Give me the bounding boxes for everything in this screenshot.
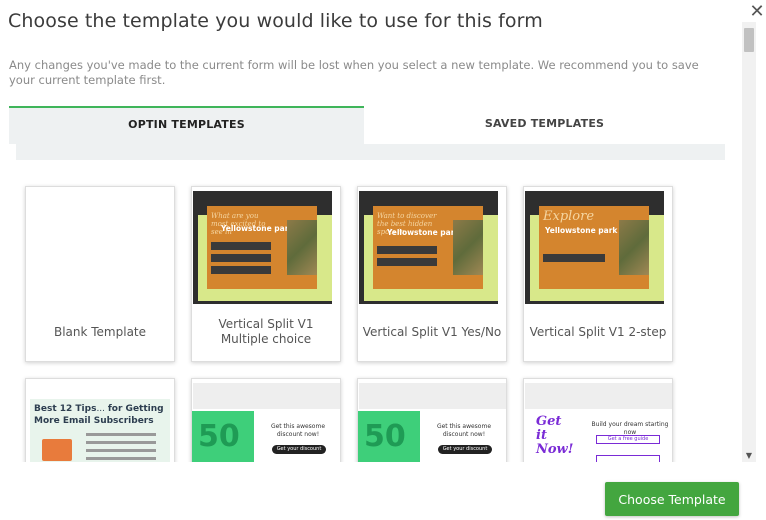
template-grid: Blank Template What are you most excited…: [16, 144, 725, 462]
template-card-get-it-now[interactable]: Get it Now! Build your dream starting no…: [523, 378, 673, 462]
template-card-discount-1[interactable]: 50 Get this awesome discount now! Get yo…: [191, 378, 341, 462]
template-card-blank[interactable]: Blank Template: [25, 186, 175, 362]
template-label: Vertical Split V1 Multiple choice: [218, 317, 314, 346]
template-thumbnail: What are you most excited to see in Yell…: [193, 191, 332, 304]
scrollbar[interactable]: ▼: [742, 22, 756, 462]
template-card-discount-2[interactable]: 50 Get this awesome discount now! Get yo…: [357, 378, 507, 462]
scroll-thumb[interactable]: [744, 28, 754, 52]
tab-optin-templates[interactable]: OPTIN TEMPLATES: [9, 106, 364, 144]
template-label: Blank Template: [53, 325, 147, 339]
template-label: Vertical Split V1 Yes/No: [362, 325, 502, 339]
close-icon[interactable]: ✕: [749, 3, 765, 21]
tab-saved-templates[interactable]: SAVED TEMPLATES: [364, 106, 725, 144]
warning-text: Any changes you've made to the current f…: [9, 58, 699, 87]
choose-template-button[interactable]: Choose Template: [605, 482, 739, 516]
template-card-yes-no[interactable]: Want to discover the best hidden spots i…: [357, 186, 507, 362]
template-card-2-step[interactable]: Explore Yellowstone park Vertical Split …: [523, 186, 673, 362]
scroll-down-arrow-icon[interactable]: ▼: [742, 450, 756, 462]
template-grid-inner: Blank Template What are you most excited…: [16, 160, 725, 462]
dialog-title: Choose the template you would like to us…: [8, 10, 543, 32]
template-label: Vertical Split V1 2-step: [529, 325, 667, 339]
template-thumbnail: Want to discover the best hidden spots i…: [359, 191, 498, 304]
template-thumbnail: Explore Yellowstone park: [525, 191, 664, 304]
template-tabs: OPTIN TEMPLATES SAVED TEMPLATES: [9, 106, 725, 144]
template-card-multiple-choice[interactable]: What are you most excited to see in Yell…: [191, 186, 341, 362]
template-card-tips[interactable]: Best 12 Tips... for Getting More Email S…: [25, 378, 175, 462]
